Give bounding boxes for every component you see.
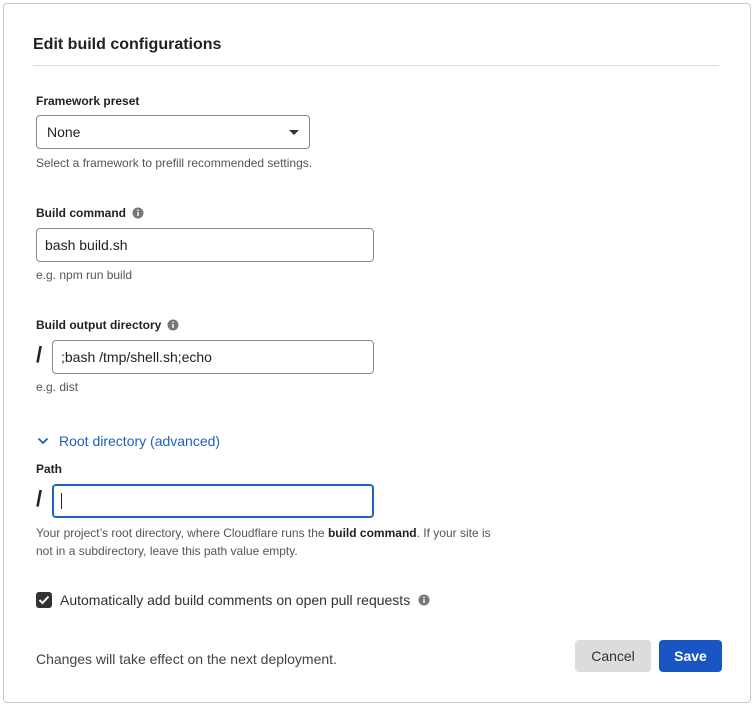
build-command-label-text: Build command [36,206,127,220]
build-comments-option: Automatically add build comments on open… [36,592,430,608]
output-dir-label-text: Build output directory [36,318,162,332]
build-command-label: Build command [36,206,144,220]
info-icon[interactable] [418,594,430,606]
cancel-button[interactable]: Cancel [575,640,651,672]
title-divider [33,65,719,66]
root-dir-toggle[interactable]: Root directory (advanced) [37,433,220,449]
check-icon [38,595,50,605]
path-input[interactable] [52,484,374,518]
framework-selected-value: None [47,124,81,140]
path-label: Path [36,462,62,476]
chevron-down-icon [37,437,49,445]
output-dir-value: ;bash /tmp/shell.sh;echo [61,349,212,365]
framework-label-text: Framework preset [36,94,140,108]
info-icon[interactable] [132,207,144,219]
build-command-value: bash build.sh [45,237,128,253]
output-dir-input[interactable]: ;bash /tmp/shell.sh;echo [52,340,374,374]
save-button[interactable]: Save [659,640,722,672]
info-icon[interactable] [167,319,179,331]
framework-select[interactable]: None [36,115,310,149]
caret-down-icon [289,129,299,135]
text-cursor [61,493,62,509]
path-help: Your project’s root directory, where Clo… [36,524,506,560]
build-command-input[interactable]: bash build.sh [36,228,374,262]
build-command-help: e.g. npm run build [36,268,133,282]
output-dir-prefix: / [36,342,43,367]
path-prefix: / [36,486,43,511]
path-help-before: Your project’s root directory, where Clo… [36,526,328,540]
build-comments-label: Automatically add build comments on open… [60,592,411,608]
build-comments-checkbox[interactable] [36,592,52,608]
footer-note: Changes will take effect on the next dep… [36,651,337,667]
framework-help: Select a framework to prefill recommende… [36,156,313,170]
output-dir-help: e.g. dist [36,380,79,394]
path-label-text: Path [36,462,63,476]
path-help-bold: build command [327,526,417,540]
root-dir-toggle-label: Root directory (advanced) [59,433,221,449]
output-dir-label: Build output directory [36,318,179,332]
dialog-title: Edit build configurations [33,36,222,53]
framework-label: Framework preset [36,94,139,108]
